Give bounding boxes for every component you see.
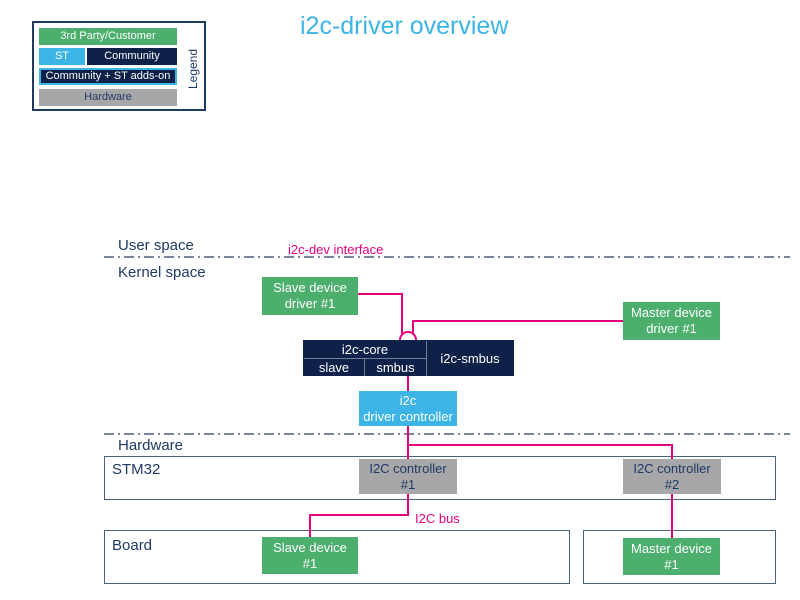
smbus-box[interactable]: smbus — [365, 359, 427, 376]
connectors — [104, 256, 790, 538]
hardware-label: Hardware — [118, 437, 184, 454]
slave-box[interactable]: slave — [304, 359, 365, 376]
i2c-driver-controller-box[interactable]: i2c driver controller — [359, 391, 457, 426]
i2c-core-box[interactable]: i2c-core — [304, 341, 427, 359]
slave-driver-link — [357, 293, 403, 338]
master-device-box[interactable]: Master device #1 — [623, 538, 720, 575]
i2c-smbus-box[interactable]: i2c-smbus — [427, 341, 513, 376]
i2c-controller-1-box[interactable]: I2C controller #1 — [359, 459, 457, 494]
board-label: Board — [112, 537, 153, 554]
i2c-controller-2-box[interactable]: I2C controller #2 — [623, 459, 721, 494]
slave-device-driver-box[interactable]: Slave device driver #1 — [262, 277, 358, 315]
master-device-driver-box[interactable]: Master device driver #1 — [623, 302, 720, 340]
i2c-bus-label: I2C bus — [415, 511, 460, 526]
kernel-space-label: Kernel space — [118, 264, 206, 281]
slave-device-box[interactable]: Slave device #1 — [262, 537, 358, 574]
controller-to-hw2-link — [408, 444, 673, 459]
i2c-bus-link-slave — [309, 494, 409, 538]
i2c-dev-interface-label: i2c-dev interface — [288, 242, 384, 257]
user-space-label: User space — [118, 237, 194, 254]
i2c-core-block: i2c-core slave smbus i2c-smbus — [303, 340, 514, 376]
master-driver-link — [412, 320, 623, 338]
stm32-label: STM32 — [112, 461, 161, 478]
